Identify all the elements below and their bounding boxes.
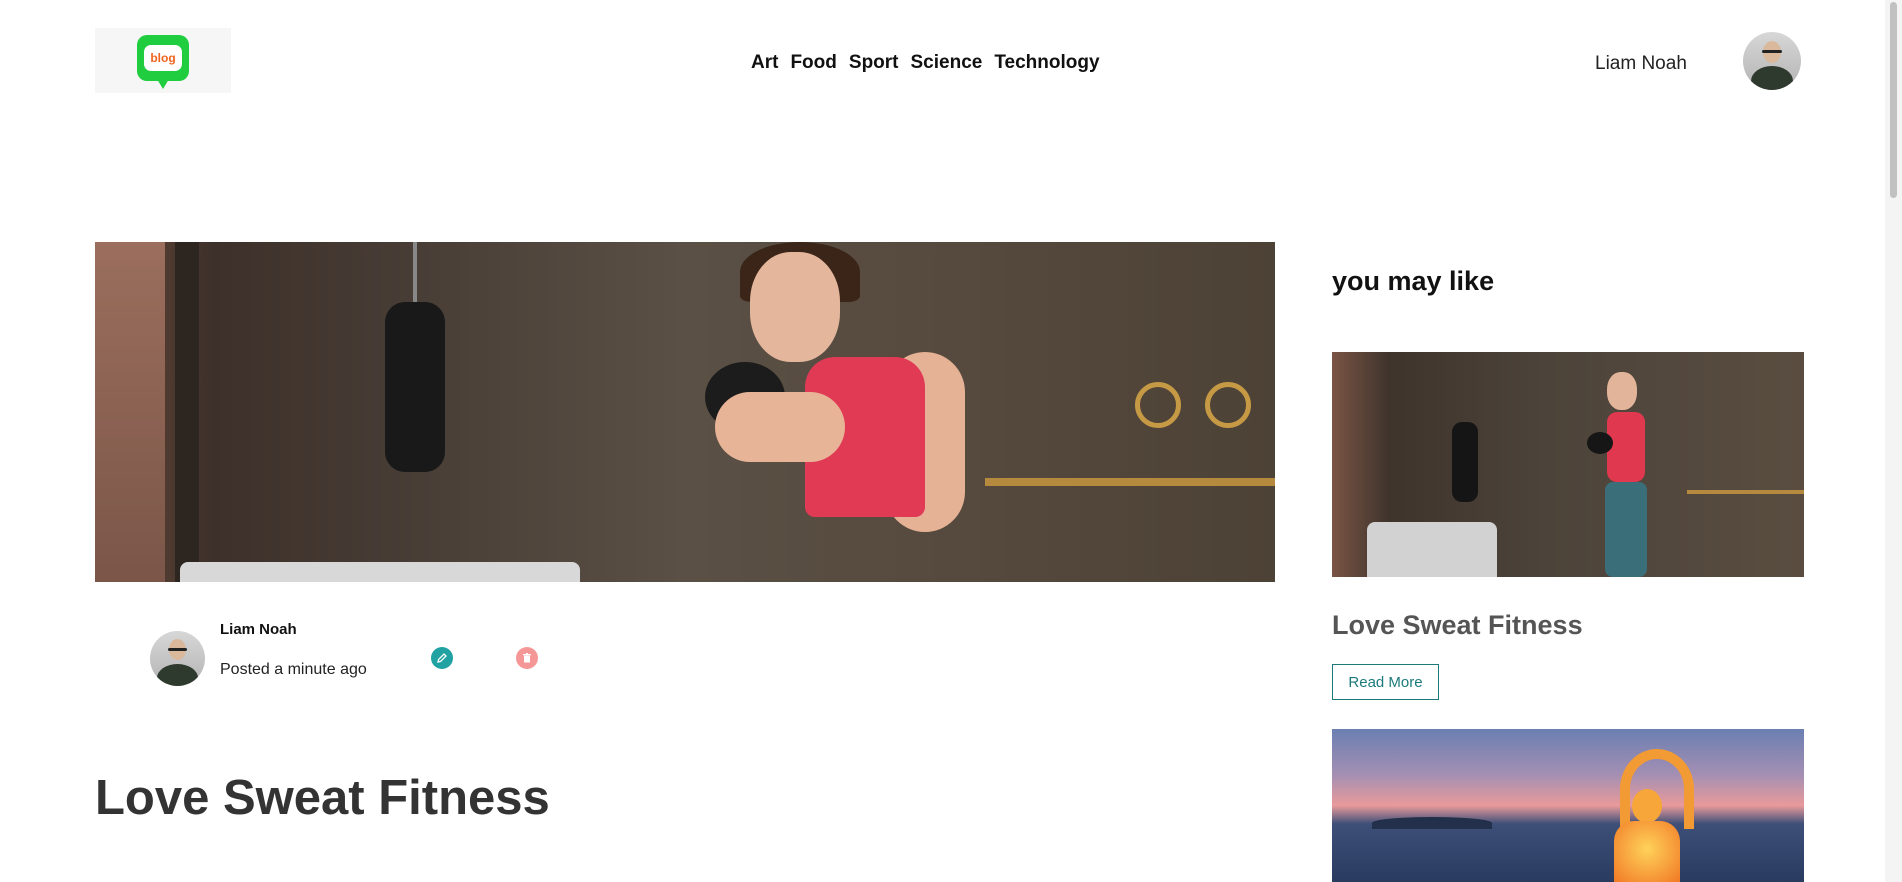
edit-post-button[interactable] [431,647,453,669]
delete-post-button[interactable] [516,647,538,669]
post-hero-image [95,242,1275,582]
nav-item-art[interactable]: Art [751,52,778,74]
logo[interactable]: blog [95,28,231,93]
page-scrollbar[interactable] [1885,0,1902,882]
nav-item-sport[interactable]: Sport [849,52,899,74]
logo-text: blog [144,44,182,71]
read-more-button[interactable]: Read More [1332,664,1439,700]
nav-item-science[interactable]: Science [911,52,983,74]
suggested-post-image[interactable] [1332,352,1804,577]
user-avatar[interactable] [1743,32,1801,90]
post-timestamp: Posted a minute ago [220,661,367,678]
author-avatar [150,631,205,686]
you-may-like-heading: you may like [1332,266,1495,296]
top-navbar: blog Art Food Sport Science Technology L… [0,0,1885,120]
author-name: Liam Noah [220,621,297,638]
header-user-name[interactable]: Liam Noah [1595,53,1687,75]
suggested-post-title[interactable]: Love Sweat Fitness [1332,610,1583,641]
trash-icon [523,653,531,663]
category-menu: Art Food Sport Science Technology [751,52,1100,74]
post-title: Love Sweat Fitness [95,771,550,825]
scrollbar-thumb[interactable] [1890,2,1897,198]
chat-bubble-logo-icon: blog [137,34,189,89]
suggested-post-image-yoga[interactable] [1332,729,1804,882]
nav-item-food[interactable]: Food [790,52,836,74]
pencil-icon [437,653,447,663]
nav-item-technology[interactable]: Technology [994,52,1099,74]
